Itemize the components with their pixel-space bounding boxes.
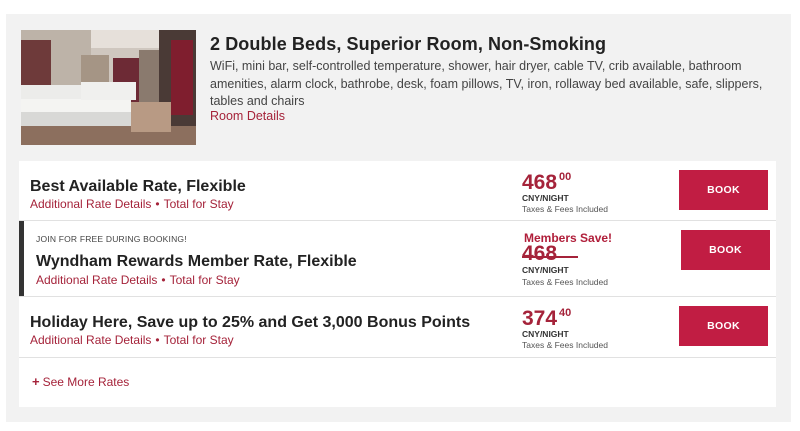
link-separator: •: [155, 333, 160, 347]
taxes-note: Taxes & Fees Included: [522, 340, 608, 350]
room-details-link[interactable]: Room Details: [210, 109, 285, 123]
room-photo[interactable]: [21, 30, 196, 145]
price-amount: 374: [522, 307, 558, 330]
room-photo-image: [21, 30, 196, 145]
price-cents: 40: [559, 307, 572, 319]
total-for-stay-link[interactable]: Total for Stay: [164, 333, 234, 347]
rate-links: Additional Rate Details • Total for Stay: [36, 273, 240, 287]
rate-price: 374 40: [522, 307, 571, 331]
strikethrough-line: [522, 256, 578, 258]
total-for-stay-link[interactable]: Total for Stay: [170, 273, 240, 287]
price-cents: 00: [559, 171, 572, 183]
total-for-stay-link[interactable]: Total for Stay: [164, 197, 234, 211]
rate-links: Additional Rate Details • Total for Stay: [30, 333, 234, 347]
rate-row-holiday-here: Holiday Here, Save up to 25% and Get 3,0…: [19, 297, 776, 358]
price-unit: CNY/NIGHT: [522, 193, 569, 203]
rate-price: 468 00: [522, 171, 571, 195]
price-unit: CNY/NIGHT: [522, 329, 569, 339]
room-title: 2 Double Beds, Superior Room, Non-Smokin…: [210, 34, 607, 54]
rate-name: Holiday Here, Save up to 25% and Get 3,0…: [30, 314, 471, 331]
price-amount: 468: [522, 171, 558, 194]
rate-row-member: JOIN FOR FREE DURING BOOKING! Wyndham Re…: [19, 221, 776, 297]
book-button[interactable]: BOOK: [679, 306, 768, 346]
member-rate-indicator: [19, 221, 24, 296]
room-amenities: WiFi, mini bar, self-controlled temperat…: [210, 59, 763, 108]
link-separator: •: [155, 197, 160, 211]
additional-rate-details-link[interactable]: Additional Rate Details: [30, 197, 151, 211]
additional-rate-details-link[interactable]: Additional Rate Details: [30, 333, 151, 347]
see-more-rates-link[interactable]: + See More Rates: [32, 374, 129, 389]
rate-name: Wyndham Rewards Member Rate, Flexible: [36, 253, 357, 270]
book-button[interactable]: BOOK: [681, 230, 770, 270]
additional-rate-details-link[interactable]: Additional Rate Details: [36, 273, 157, 287]
rate-name: Best Available Rate, Flexible: [30, 178, 246, 195]
taxes-note: Taxes & Fees Included: [522, 277, 608, 287]
book-button[interactable]: BOOK: [679, 170, 768, 210]
taxes-note: Taxes & Fees Included: [522, 204, 608, 214]
plus-icon: +: [32, 374, 40, 389]
link-separator: •: [161, 273, 166, 287]
struck-price: 468: [522, 242, 558, 265]
rate-links: Additional Rate Details • Total for Stay: [30, 197, 234, 211]
rate-row-best-available: Best Available Rate, Flexible Additional…: [19, 161, 776, 221]
see-more-label: See More Rates: [42, 375, 130, 389]
rates-card: Best Available Rate, Flexible Additional…: [19, 161, 776, 407]
price-unit: CNY/NIGHT: [522, 265, 569, 275]
join-free-note: JOIN FOR FREE DURING BOOKING!: [36, 234, 187, 244]
